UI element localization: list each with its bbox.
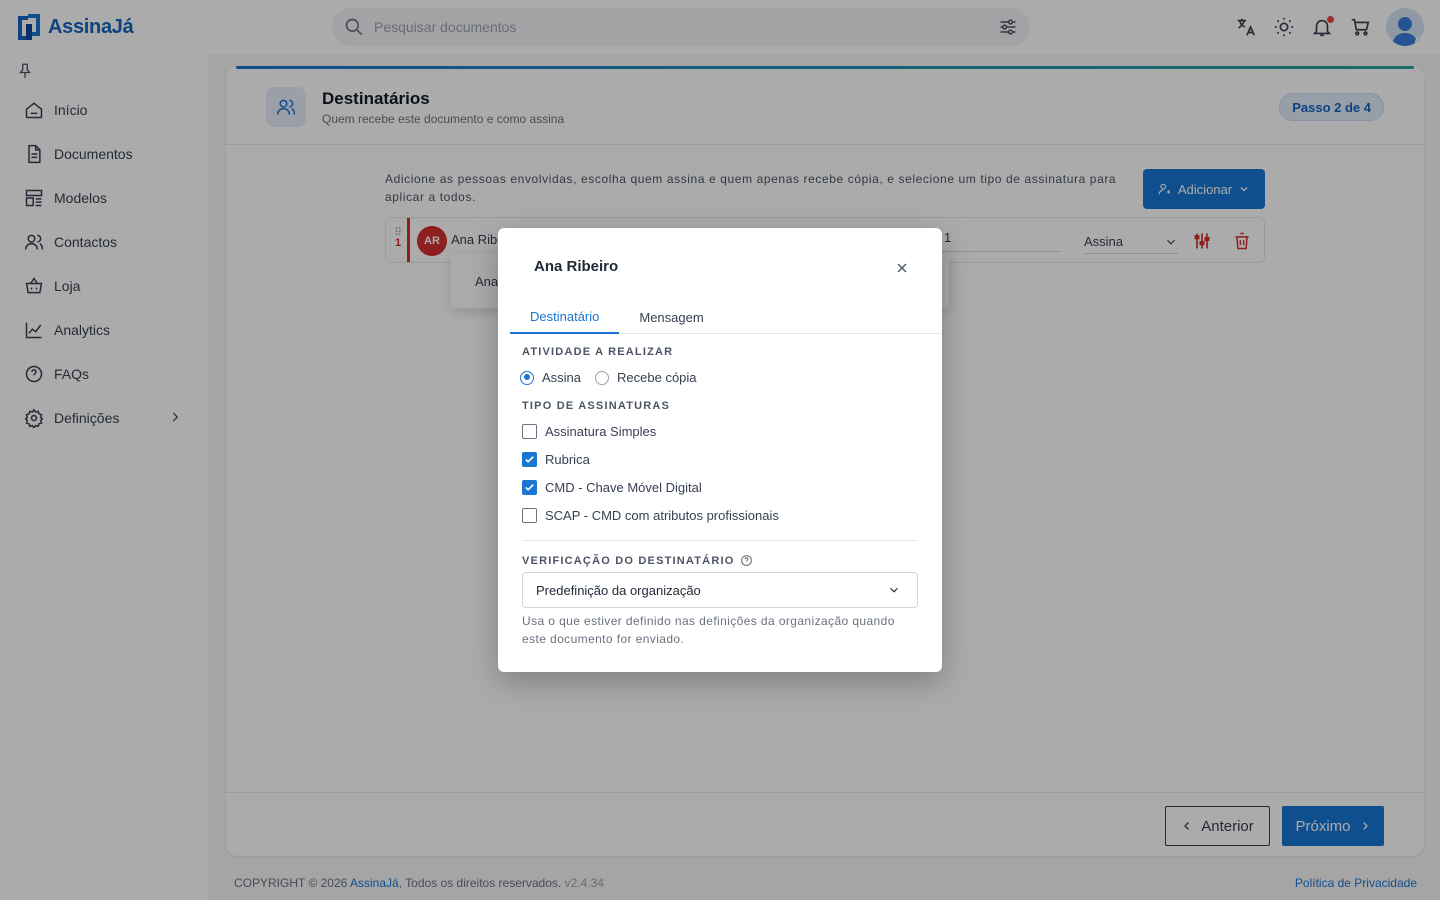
- check-icon: [525, 456, 534, 463]
- checkbox[interactable]: [522, 424, 537, 439]
- checkbox-cmd[interactable]: CMD - Chave Móvel Digital: [522, 480, 702, 495]
- radio-assina[interactable]: Assina: [520, 370, 581, 385]
- checkbox-checked[interactable]: [522, 452, 537, 467]
- verification-label-row: VERIFICAÇÃO DO DESTINATÁRIO: [522, 554, 753, 567]
- radio-label: Recebe cópia: [617, 370, 697, 385]
- radio-button[interactable]: [595, 370, 610, 385]
- checkbox-label: SCAP - CMD com atributos profissionais: [545, 508, 779, 523]
- modal-tabs: Destinatário Mensagem: [510, 300, 942, 334]
- radio-label: Assina: [542, 370, 582, 385]
- recipient-settings-modal: Ana Ribeiro Destinatário Mensagem ATIVID…: [498, 228, 942, 672]
- checkbox-assinatura-simples[interactable]: Assinatura Simples: [522, 424, 656, 439]
- verification-select[interactable]: Predefinição da organização: [522, 572, 918, 608]
- checkbox-rubrica[interactable]: Rubrica: [522, 452, 590, 467]
- signature-types-label: TIPO DE ASSINATURAS: [522, 400, 671, 412]
- activity-radio-group: Assina Recebe cópia: [520, 370, 697, 385]
- checkbox-scap[interactable]: SCAP - CMD com atributos profissionais: [522, 508, 779, 523]
- close-icon[interactable]: [894, 260, 910, 276]
- tab-mensagem[interactable]: Mensagem: [619, 300, 723, 334]
- radio-button-selected[interactable]: [520, 370, 534, 385]
- checkbox[interactable]: [522, 508, 537, 523]
- verification-label: VERIFICAÇÃO DO DESTINATÁRIO: [522, 554, 735, 567]
- tab-destinatario[interactable]: Destinatário: [510, 300, 620, 334]
- check-icon: [525, 484, 534, 491]
- modal-title: Ana Ribeiro: [534, 258, 619, 275]
- checkbox-checked[interactable]: [522, 480, 537, 495]
- chevron-down-icon: [890, 587, 898, 593]
- checkbox-label: CMD - Chave Móvel Digital: [545, 480, 702, 495]
- radio-recebe-copia[interactable]: Recebe cópia: [595, 370, 697, 385]
- verification-selected-value: Predefinição da organização: [536, 582, 701, 598]
- activity-section-label: ATIVIDADE A REALIZAR: [522, 346, 674, 358]
- help-circle-icon[interactable]: [740, 554, 753, 567]
- section-divider: [522, 540, 918, 541]
- checkbox-label: Assinatura Simples: [545, 424, 657, 439]
- verification-help-text: Usa o que estiver definido nas definiçõe…: [522, 614, 895, 646]
- checkbox-label: Rubrica: [545, 452, 590, 467]
